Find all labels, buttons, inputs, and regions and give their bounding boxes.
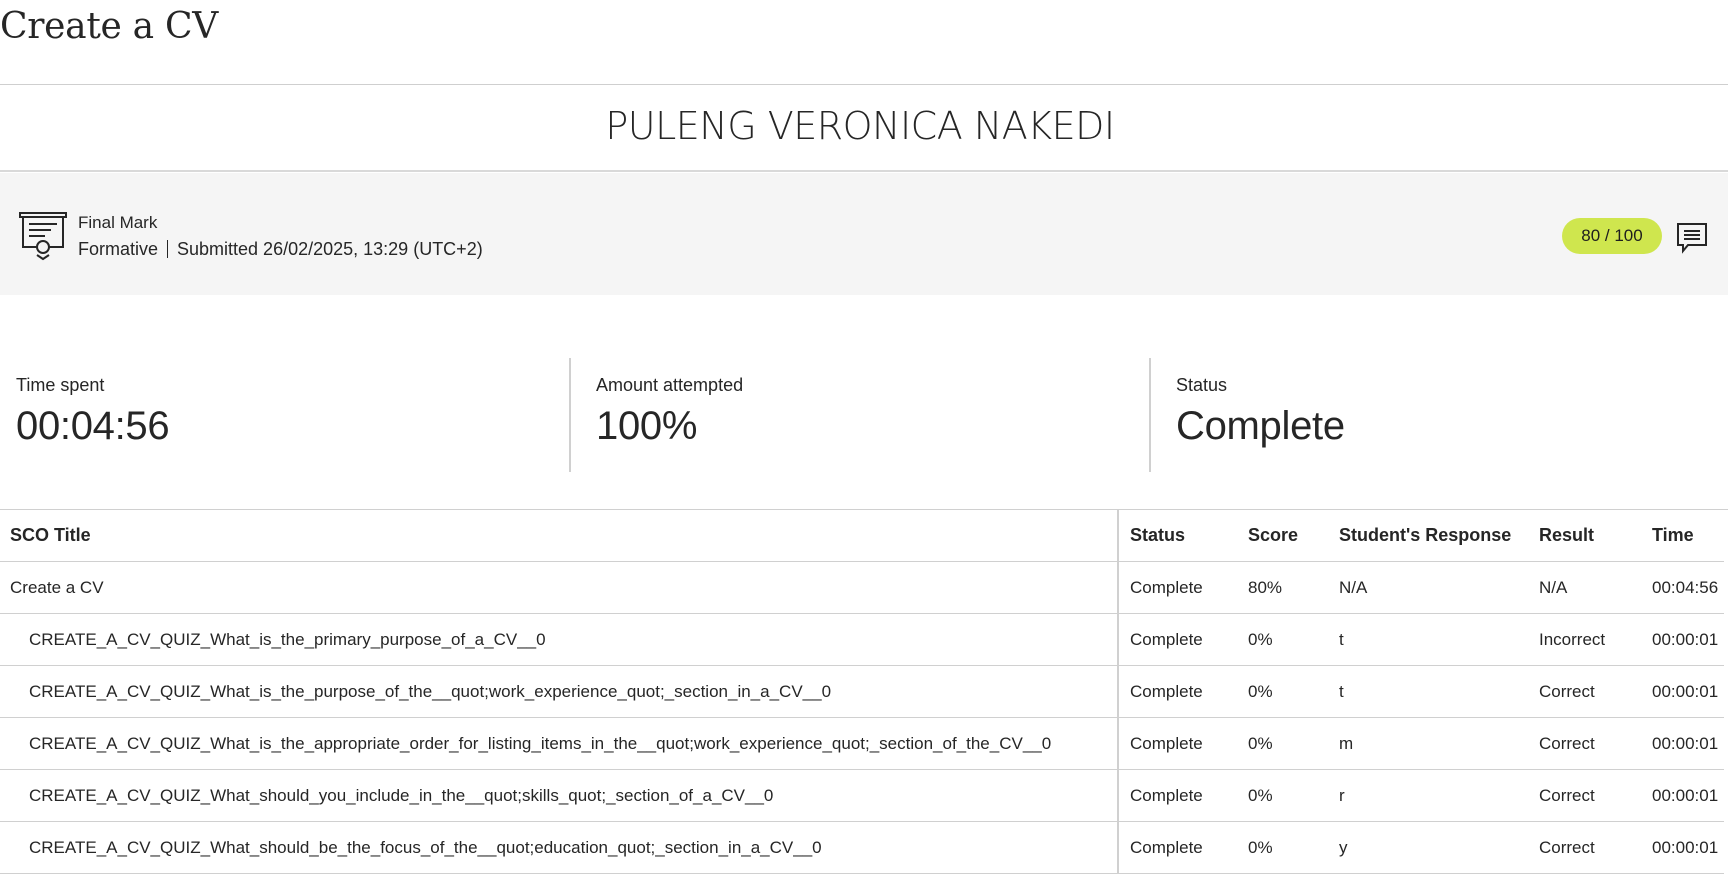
status-value: Complete (1176, 404, 1345, 448)
table-row: CREATE_A_CV_QUIZ_What_is_the_appropriate… (0, 717, 1724, 770)
sco-response: t (1339, 613, 1539, 666)
sco-score: 80% (1248, 561, 1339, 614)
sco-score: 0% (1248, 769, 1339, 822)
sco-response: m (1339, 717, 1539, 770)
student-name: PULENG VERONICA NAKEDI (605, 104, 1115, 148)
amount-attempted-label: Amount attempted (596, 375, 744, 395)
col-header-sco-title: SCO Title (0, 510, 1119, 562)
sco-score: 0% (1248, 717, 1339, 770)
status-label: Status (1176, 375, 1228, 395)
sco-result: Correct (1539, 769, 1652, 822)
meta-separator (167, 240, 169, 258)
table-row: CREATE_A_CV_QUIZ_What_is_the_purpose_of_… (0, 665, 1724, 718)
col-header-time: Time (1652, 510, 1724, 562)
table-row: CREATE_A_CV_QUIZ_What_should_be_the_focu… (0, 821, 1724, 874)
sco-response: N/A (1339, 561, 1539, 614)
time-spent-label: Time spent (16, 375, 105, 395)
page-title: Create a CV (0, 6, 218, 47)
time-spent-stat: Time spent 00:04:56 (16, 358, 556, 472)
assessment-type: Formative (78, 239, 159, 259)
sco-time: 00:04:56 (1652, 561, 1724, 614)
sco-result: Correct (1539, 821, 1652, 874)
stat-divider (569, 358, 571, 472)
status-stat: Status Complete (1176, 358, 1716, 472)
sco-response: t (1339, 665, 1539, 718)
sco-status: Complete (1118, 769, 1248, 822)
sco-title: CREATE_A_CV_QUIZ_What_is_the_purpose_of_… (0, 665, 1119, 718)
final-mark-label: Final Mark (78, 213, 158, 232)
sco-result: Correct (1539, 717, 1652, 770)
sco-title: CREATE_A_CV_QUIZ_What_should_be_the_focu… (0, 821, 1119, 874)
certificate-icon (19, 212, 67, 261)
amount-attempted-stat: Amount attempted 100% (596, 358, 1136, 472)
sco-result: N/A (1539, 561, 1652, 614)
title-divider (0, 84, 1728, 85)
sco-status: Complete (1118, 613, 1248, 666)
sco-time: 00:00:01 (1652, 665, 1724, 718)
sco-results-table: SCO Title Status Score Student's Respons… (0, 510, 1724, 874)
table-header-row: SCO Title Status Score Student's Respons… (0, 510, 1724, 562)
table-row: CREATE_A_CV_QUIZ_What_is_the_primary_pur… (0, 613, 1724, 666)
table-row: Create a CV Complete 80% N/A N/A 00:04:5… (0, 561, 1724, 614)
sco-score: 0% (1248, 821, 1339, 874)
sco-title: CREATE_A_CV_QUIZ_What_is_the_appropriate… (0, 717, 1119, 770)
stat-divider (1149, 358, 1151, 472)
amount-attempted-value: 100% (596, 404, 698, 448)
sco-response: r (1339, 769, 1539, 822)
sco-title: Create a CV (0, 561, 1119, 614)
submission-meta: Formative Submitted 26/02/2025, 13:29 (UT… (78, 239, 483, 260)
sco-score: 0% (1248, 613, 1339, 666)
sco-response: y (1339, 821, 1539, 874)
grade-summary-panel: Final Mark Formative Submitted 26/02/2025… (0, 173, 1728, 295)
col-header-result: Result (1539, 510, 1652, 562)
sco-status: Complete (1118, 665, 1248, 718)
sco-title: CREATE_A_CV_QUIZ_What_is_the_primary_pur… (0, 613, 1119, 666)
sco-result: Correct (1539, 665, 1652, 718)
sco-status: Complete (1118, 821, 1248, 874)
sco-title: CREATE_A_CV_QUIZ_What_should_you_include… (0, 769, 1119, 822)
sco-time: 00:00:01 (1652, 717, 1724, 770)
time-spent-value: 00:04:56 (16, 404, 170, 448)
col-header-status: Status (1118, 510, 1248, 562)
name-divider (0, 170, 1728, 172)
sco-time: 00:00:01 (1652, 613, 1724, 666)
sco-status: Complete (1118, 561, 1248, 614)
table-row: CREATE_A_CV_QUIZ_What_should_you_include… (0, 769, 1724, 822)
comment-icon[interactable] (1675, 220, 1709, 254)
submitted-date: Submitted 26/02/2025, 13:29 (UTC+2) (177, 239, 483, 259)
sco-time: 00:00:01 (1652, 769, 1724, 822)
sco-result: Incorrect (1539, 613, 1652, 666)
sco-score: 0% (1248, 665, 1339, 718)
sco-status: Complete (1118, 717, 1248, 770)
score-badge: 80 / 100 (1562, 218, 1662, 254)
col-header-response: Student's Response (1339, 510, 1539, 562)
sco-time: 00:00:01 (1652, 821, 1724, 874)
col-header-score: Score (1248, 510, 1339, 562)
